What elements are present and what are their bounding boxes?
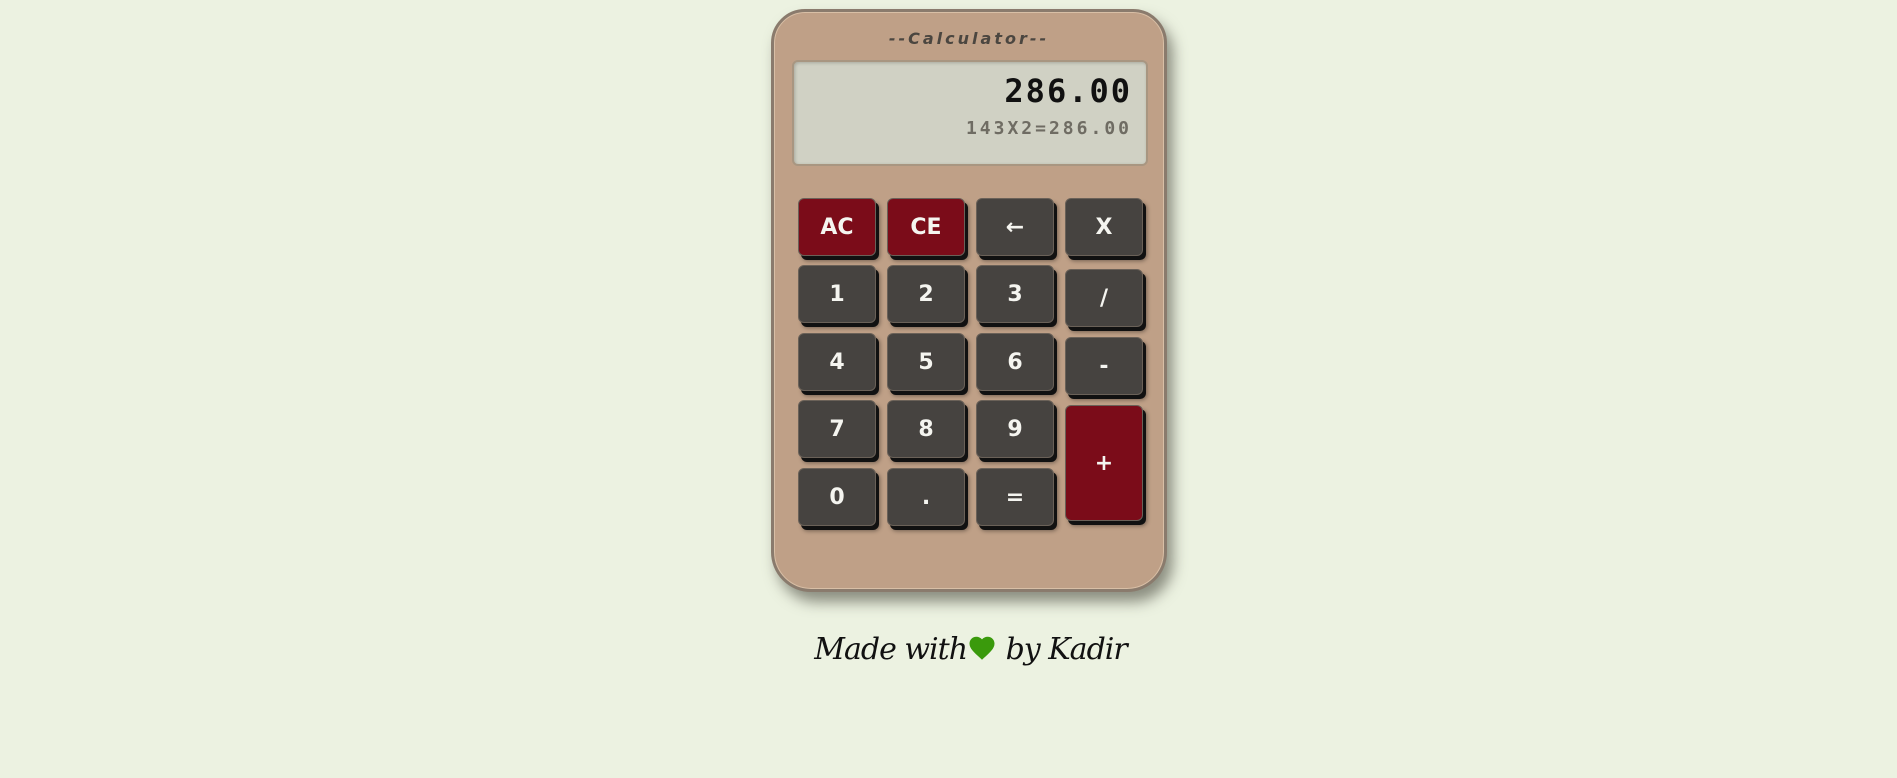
calculator-title: --Calculator-- <box>888 29 1050 48</box>
digit-9-button[interactable]: 9 <box>976 400 1054 458</box>
heart-icon <box>967 633 997 663</box>
footer-credit: Made with by Kadir <box>0 632 1897 667</box>
ce-button[interactable]: CE <box>887 198 965 256</box>
digit-6-button[interactable]: 6 <box>976 333 1054 391</box>
equals-button[interactable]: = <box>976 468 1054 526</box>
digit-0-button[interactable]: 0 <box>798 468 876 526</box>
display-result: 286.00 <box>1004 72 1132 110</box>
ac-button[interactable]: AC <box>798 198 876 256</box>
divide-button[interactable]: / <box>1065 269 1143 327</box>
plus-button[interactable]: + <box>1065 405 1143 521</box>
decimal-button[interactable]: . <box>887 468 965 526</box>
multiply-button[interactable]: X <box>1065 198 1143 256</box>
digit-4-button[interactable]: 4 <box>798 333 876 391</box>
display: 286.00 143X2=286.00 <box>792 60 1148 166</box>
backspace-button[interactable]: ← <box>976 198 1054 256</box>
digit-5-button[interactable]: 5 <box>887 333 965 391</box>
digit-1-button[interactable]: 1 <box>798 265 876 323</box>
calculator: --Calculator-- 286.00 143X2=286.00 AC CE… <box>771 9 1167 592</box>
display-expression: 143X2=286.00 <box>965 118 1132 139</box>
digit-7-button[interactable]: 7 <box>798 400 876 458</box>
minus-button[interactable]: - <box>1065 337 1143 395</box>
digit-3-button[interactable]: 3 <box>976 265 1054 323</box>
footer-made-with: Made with <box>814 632 968 667</box>
digit-8-button[interactable]: 8 <box>887 400 965 458</box>
digit-2-button[interactable]: 2 <box>887 265 965 323</box>
footer-author: by Kadir <box>1005 632 1128 667</box>
